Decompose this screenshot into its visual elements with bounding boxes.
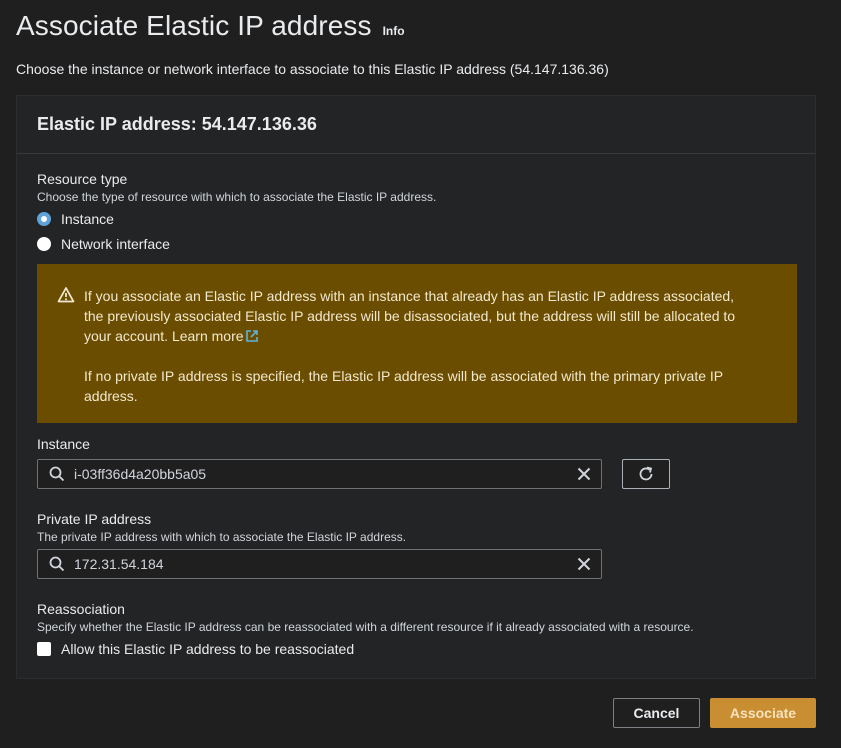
search-icon: [49, 556, 65, 572]
resource-type-label: Resource type: [37, 171, 128, 187]
private-ip-search-input[interactable]: 172.31.54.184: [37, 549, 602, 579]
private-ip-label: Private IP address: [37, 511, 152, 527]
page-header: Associate Elastic IP address Info: [16, 10, 405, 42]
warning-icon: [57, 287, 75, 303]
refresh-icon: [639, 466, 653, 481]
info-link[interactable]: Info: [383, 24, 405, 38]
learn-more-link[interactable]: Learn more: [172, 328, 244, 344]
associate-button[interactable]: Associate: [710, 698, 816, 728]
reassociation-checkbox-row[interactable]: Allow this Elastic IP address to be reas…: [37, 641, 354, 657]
radio-button-instance[interactable]: [37, 212, 51, 226]
clear-icon[interactable]: [577, 467, 591, 481]
radio-network-interface[interactable]: Network interface: [37, 236, 170, 252]
private-ip-description: The private IP address with which to ass…: [37, 530, 407, 544]
alert-paragraph-2: If no private IP address is specified, t…: [84, 368, 723, 404]
page-description: Choose the instance or network interface…: [16, 61, 609, 77]
alert-paragraph-1: If you associate an Elastic IP address w…: [84, 286, 757, 346]
radio-instance[interactable]: Instance: [37, 211, 114, 227]
instance-search-input[interactable]: i-03ff36d4a20bb5a05: [37, 459, 602, 489]
reassociation-label: Reassociation: [37, 601, 125, 617]
resource-type-description: Choose the type of resource with which t…: [37, 190, 437, 204]
instance-label: Instance: [37, 436, 90, 452]
radio-label-instance: Instance: [61, 211, 114, 227]
refresh-button[interactable]: [622, 459, 670, 489]
instance-value[interactable]: i-03ff36d4a20bb5a05: [74, 466, 577, 482]
elastic-ip-panel: Elastic IP address: 54.147.136.36 Resour…: [16, 95, 816, 679]
clear-icon[interactable]: [577, 557, 591, 571]
radio-button-network-interface[interactable]: [37, 237, 51, 251]
panel-header: Elastic IP address: 54.147.136.36: [17, 96, 815, 154]
reassociation-checkbox-label: Allow this Elastic IP address to be reas…: [61, 641, 355, 657]
cancel-button[interactable]: Cancel: [613, 698, 700, 728]
panel-title: Elastic IP address: 54.147.136.36: [37, 114, 317, 134]
warning-alert: If you associate an Elastic IP address w…: [37, 264, 797, 423]
search-icon: [49, 466, 65, 482]
page-title: Associate Elastic IP address: [16, 10, 372, 41]
private-ip-value[interactable]: 172.31.54.184: [74, 556, 577, 572]
reassociation-description: Specify whether the Elastic IP address c…: [37, 620, 694, 634]
radio-label-network-interface: Network interface: [61, 236, 170, 252]
reassociation-checkbox[interactable]: [37, 642, 51, 656]
external-link-icon: [245, 330, 258, 342]
